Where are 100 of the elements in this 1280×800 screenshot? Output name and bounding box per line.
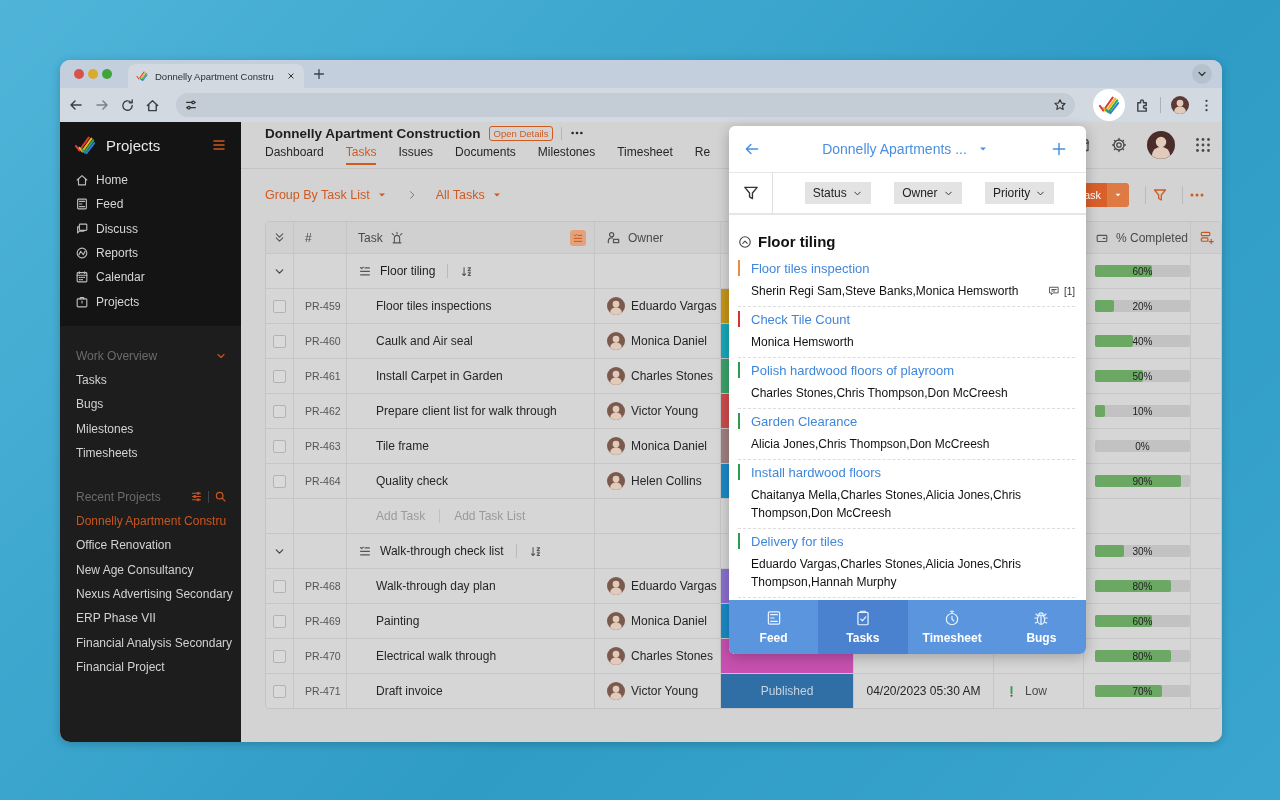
table-cell: PR-460	[305, 335, 341, 347]
checkbox[interactable]	[273, 474, 286, 488]
project-tab[interactable]: Timesheet	[617, 144, 673, 165]
avatar	[607, 682, 625, 700]
progress-bar: 80%	[1095, 650, 1190, 662]
sort-icon[interactable]	[528, 544, 542, 558]
collapse-all-icon[interactable]	[273, 231, 286, 244]
project-item[interactable]: Office Renovation	[60, 533, 241, 558]
search-icon[interactable]	[214, 490, 227, 504]
task-link[interactable]: Install hardwood floors	[751, 464, 882, 480]
table-cell: Caulk and Air seal	[376, 334, 473, 348]
avatar	[607, 472, 625, 490]
table-cell: Helen Collins	[631, 474, 702, 488]
project-tab[interactable]: Documents	[455, 144, 516, 165]
checkbox[interactable]	[273, 614, 286, 628]
browser-tab[interactable]: Donnelly Apartment Constru	[128, 64, 304, 88]
checkbox[interactable]	[273, 299, 286, 313]
table-cell: PR-463	[305, 440, 341, 452]
sidebar-item[interactable]: Reports	[60, 240, 241, 266]
sidebar-item[interactable]: Bugs	[60, 392, 241, 417]
filter-icon[interactable]	[741, 184, 760, 202]
avatar	[607, 612, 625, 630]
checkbox[interactable]	[273, 649, 286, 663]
nav-tab[interactable]: Tasks	[818, 600, 908, 654]
tab-title: Donnelly Apartment Constru	[155, 70, 275, 82]
checkmark-logo	[74, 134, 96, 156]
avatar	[607, 647, 625, 665]
settings-icon[interactable]	[1111, 137, 1127, 153]
checkbox[interactable]	[273, 404, 286, 418]
table-cell: Charles Stones	[631, 649, 714, 663]
checkbox[interactable]	[273, 579, 286, 593]
project-item[interactable]: Donnelly Apartment Constru	[60, 508, 241, 534]
column-options-icon[interactable]	[570, 229, 586, 246]
group-title: Floor tiling	[380, 264, 436, 278]
reminder-icon	[389, 230, 404, 245]
checkbox[interactable]	[273, 439, 286, 453]
home-icon[interactable]	[145, 97, 160, 113]
project-item[interactable]: Financial Analysis Secondary	[60, 630, 241, 655]
project-tab[interactable]: Re	[694, 144, 711, 165]
sidebar-item[interactable]: Milestones	[60, 416, 241, 441]
sidebar-item[interactable]: Calendar	[60, 265, 241, 290]
task-owners: Chaitanya Mella,Charles Stones,Alicia Jones,Chris Thompson,Don McCreesh	[751, 487, 1023, 522]
new-tab-icon[interactable]	[312, 67, 326, 81]
table-cell: Victor Young	[631, 684, 699, 698]
reload-icon[interactable]	[120, 97, 135, 113]
forward-icon[interactable]	[94, 97, 110, 113]
checkbox[interactable]	[273, 369, 286, 383]
task-list-icon	[358, 264, 372, 278]
project-item[interactable]: New Age Consultancy	[60, 557, 241, 582]
sidebar-item[interactable]: Timesheets	[60, 440, 241, 465]
add-icon[interactable]	[1050, 140, 1068, 158]
sidebar-item[interactable]: Tasks	[60, 367, 241, 393]
sidebar-item[interactable]: Feed	[60, 192, 241, 217]
task-link[interactable]: Delivery for tiles	[751, 533, 844, 549]
progress-bar: 0%	[1095, 440, 1190, 452]
project-tab[interactable]: Issues	[398, 144, 434, 165]
avatar	[607, 437, 625, 455]
task-link[interactable]: Check Tile Count	[751, 311, 850, 327]
progress-bar: 70%	[1095, 685, 1190, 697]
progress-bar: 30%	[1095, 545, 1190, 557]
table-cell: 04/20/2023 05:30 AM	[866, 684, 981, 698]
close-icon[interactable]	[286, 71, 296, 81]
project-item[interactable]: ERP Phase VII	[60, 606, 241, 631]
checkbox[interactable]	[273, 684, 286, 698]
progress-bar: 80%	[1095, 580, 1190, 592]
menu-icon[interactable]	[211, 137, 227, 153]
task-link[interactable]: Garden Clearance	[751, 413, 858, 429]
project-item[interactable]: Nexus Advertising Secondary	[60, 581, 241, 607]
add-column-icon[interactable]	[1198, 230, 1214, 245]
checkbox[interactable]	[273, 334, 286, 348]
tab-list-button[interactable]	[1192, 64, 1212, 84]
project-item[interactable]: Financial Project	[60, 654, 241, 680]
filter-dropdown[interactable]: Owner	[894, 182, 962, 204]
window-controls[interactable]	[74, 69, 114, 79]
star-icon[interactable]	[1053, 98, 1067, 112]
filter-dropdown[interactable]: Priority	[984, 182, 1055, 204]
apps-icon[interactable]	[1195, 137, 1211, 153]
collapse-icon[interactable]	[738, 234, 752, 249]
comment-count: [1]	[1063, 285, 1075, 297]
group-title: Walk-through check list	[380, 544, 504, 558]
site-settings-icon[interactable]	[184, 98, 198, 112]
task-link[interactable]: Polish hardwood floors of playroom	[751, 362, 955, 378]
filter-dropdown[interactable]: Status	[804, 182, 871, 204]
sidebar-item[interactable]: Projects	[60, 289, 241, 314]
sort-icon[interactable]	[460, 264, 474, 278]
progress-bar: 60%	[1095, 265, 1190, 277]
sidebar-item[interactable]: Home	[60, 168, 241, 193]
project-tab[interactable]: Dashboard	[265, 144, 324, 165]
table-cell: Tile frame	[376, 439, 429, 453]
task-owners: Monica Hemsworth	[751, 334, 855, 351]
table-cell: Walk-through day plan	[376, 579, 496, 593]
project-tab[interactable]: Milestones	[537, 144, 596, 165]
extensions-icon[interactable]	[1135, 97, 1150, 113]
table-cell: PR-469	[305, 615, 341, 627]
avatar	[607, 332, 625, 350]
back-icon[interactable]	[68, 97, 84, 113]
table-cell: PR-459	[305, 300, 341, 312]
sidebar-item[interactable]: Discuss	[60, 216, 241, 241]
task-link[interactable]: Floor tiles inspection	[751, 260, 870, 276]
extension-button[interactable]	[1093, 89, 1125, 121]
